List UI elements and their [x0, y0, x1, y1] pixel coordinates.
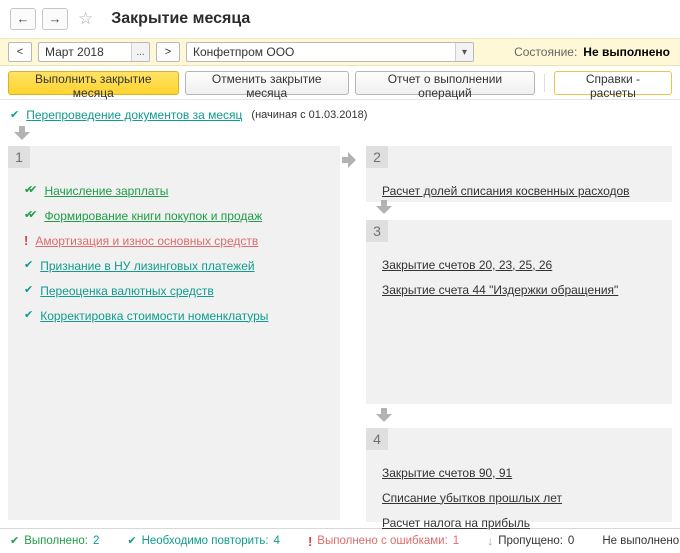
operation-row: ! Амортизация и износ основных средств [24, 228, 326, 253]
stage-2-panel: 2 Расчет долей списания косвенных расход… [366, 146, 672, 202]
operation-row: ✔✔ Формирование книги покупок и продаж [24, 203, 326, 228]
company-select[interactable]: Конфетпром ООО ▾ [186, 42, 474, 62]
cancel-closing-button[interactable]: Отменить закрытие месяца [185, 71, 349, 95]
back-arrow-icon: ← [17, 11, 30, 26]
stage-2-number: 2 [366, 146, 388, 168]
operation-row: ✔ Корректировка стоимости номенклатуры [24, 303, 326, 328]
check-icon: ✔ [10, 110, 19, 121]
prev-period-button[interactable]: < [8, 42, 32, 62]
forward-arrow-icon: → [49, 11, 62, 26]
status-repeat-label: Необходимо повторить: [142, 535, 269, 547]
operation-link[interactable]: Формирование книги покупок и продаж [44, 209, 262, 223]
operation-row: Закрытие счета 44 "Издержки обращения" [382, 277, 658, 302]
page-title: Закрытие месяца [111, 10, 250, 28]
status-skipped: ↓ Пропущено: 0 [487, 535, 574, 547]
check-icon: ✔ [10, 536, 19, 547]
operation-row: Закрытие счетов 90, 91 [382, 460, 658, 485]
operation-link[interactable]: Расчет налога на прибыль [382, 516, 530, 530]
status-errors: ! Выполнено с ошибками: 1 [308, 535, 459, 548]
period-choose-button[interactable]: ... [131, 43, 149, 61]
state-area: Состояние: Не выполнено [514, 45, 672, 59]
stage-3-panel: 3 Закрытие счетов 20, 23, 25, 26 Закрыти… [366, 220, 672, 404]
check-icon: ✔ [24, 260, 33, 271]
check-icon: ✔ [127, 536, 136, 547]
operation-link[interactable]: Закрытие счетов 90, 91 [382, 466, 512, 480]
stage-1-panel: 1 ✔✔ Начисление зарплаты ✔✔ Формирование… [8, 146, 340, 520]
error-exclamation-icon: ! [24, 234, 28, 247]
operation-link[interactable]: Списание убытков прошлых лет [382, 491, 562, 505]
status-not-done-label: Не выполнено: [602, 535, 680, 547]
double-check-icon: ✔✔ [24, 210, 37, 221]
period-bar: < Март 2018 ... > Конфетпром ООО ▾ Состо… [0, 38, 680, 66]
run-closing-button[interactable]: Выполнить закрытие месяца [8, 71, 179, 95]
titlebar: ← → ☆ Закрытие месяца [0, 0, 680, 38]
status-repeat: ✔ Необходимо повторить: 4 [127, 535, 280, 547]
operation-row: ✔ Признание в НУ лизинговых платежей [24, 253, 326, 278]
next-period-button[interactable]: > [156, 42, 180, 62]
operation-row: ✔✔ Начисление зарплаты [24, 178, 326, 203]
chevron-down-icon: ▾ [462, 47, 467, 58]
operation-row: Расчет долей списания косвенных расходов [382, 178, 658, 203]
down-arrow-icon: ↓ [487, 535, 493, 547]
double-check-icon: ✔✔ [24, 185, 37, 196]
status-done-label: Выполнено: [24, 535, 88, 547]
status-repeat-value: 4 [274, 535, 280, 547]
period-value: Март 2018 [39, 45, 131, 59]
operation-row: ✔ Переоценка валютных средств [24, 278, 326, 303]
reposting-link[interactable]: Перепроведение документов за месяц [26, 108, 242, 122]
stage-4-panel: 4 Закрытие счетов 90, 91 Списание убытко… [366, 428, 672, 522]
operation-row: Расчет налога на прибыль [382, 510, 658, 535]
status-errors-label: Выполнено с ошибками: [317, 535, 448, 547]
stage-4-number: 4 [366, 428, 388, 450]
status-done-value: 2 [93, 535, 99, 547]
status-errors-value: 1 [453, 535, 459, 547]
closing-scheme: ✔ Перепроведение документов за месяц (на… [0, 100, 680, 528]
reposting-row: ✔ Перепроведение документов за месяц (на… [10, 108, 367, 122]
operation-link[interactable]: Расчет долей списания косвенных расходов [382, 184, 630, 198]
forward-button[interactable]: → [42, 8, 68, 30]
month-closing-window: ← → ☆ Закрытие месяца < Март 2018 ... > … [0, 0, 680, 553]
company-dropdown-button[interactable]: ▾ [455, 43, 473, 61]
operation-row: Списание убытков прошлых лет [382, 485, 658, 510]
period-field[interactable]: Март 2018 ... [38, 42, 150, 62]
operation-link[interactable]: Переоценка валютных средств [40, 284, 214, 298]
operation-link[interactable]: Признание в НУ лизинговых платежей [40, 259, 254, 273]
operation-link[interactable]: Закрытие счета 44 "Издержки обращения" [382, 283, 618, 297]
toolbar-divider [544, 74, 545, 92]
status-done: ✔ Выполнено: 2 [10, 535, 99, 547]
reposting-note: (начиная с 01.03.2018) [251, 109, 367, 121]
favorite-star-icon[interactable]: ☆ [78, 9, 93, 29]
certificates-button[interactable]: Справки - расчеты [554, 71, 672, 95]
stage-3-number: 3 [366, 220, 388, 242]
status-skipped-label: Пропущено: [498, 535, 563, 547]
flow-arrow-down-icon [376, 408, 392, 422]
operations-report-button[interactable]: Отчет о выполнении операций [355, 71, 535, 95]
check-icon: ✔ [24, 310, 33, 321]
flow-arrow-down-icon [14, 126, 30, 140]
company-value: Конфетпром ООО [187, 45, 455, 59]
flow-arrow-right-icon [342, 152, 356, 168]
operation-row: Закрытие счетов 20, 23, 25, 26 [382, 252, 658, 277]
flow-arrow-down-icon [376, 200, 392, 214]
operation-link[interactable]: Начисление зарплаты [44, 184, 168, 198]
back-button[interactable]: ← [10, 8, 36, 30]
check-icon: ✔ [24, 285, 33, 296]
state-value: Не выполнено [583, 45, 670, 59]
operation-link[interactable]: Закрытие счетов 20, 23, 25, 26 [382, 258, 552, 272]
status-not-done: Не выполнено: 6 [602, 535, 680, 547]
status-skipped-value: 0 [568, 535, 574, 547]
state-label: Состояние: [514, 45, 577, 59]
error-exclamation-icon: ! [308, 535, 312, 548]
toolbar: Выполнить закрытие месяца Отменить закры… [0, 66, 680, 100]
operation-link[interactable]: Амортизация и износ основных средств [35, 234, 258, 248]
stage-1-number: 1 [8, 146, 30, 168]
operation-link[interactable]: Корректировка стоимости номенклатуры [40, 309, 268, 323]
